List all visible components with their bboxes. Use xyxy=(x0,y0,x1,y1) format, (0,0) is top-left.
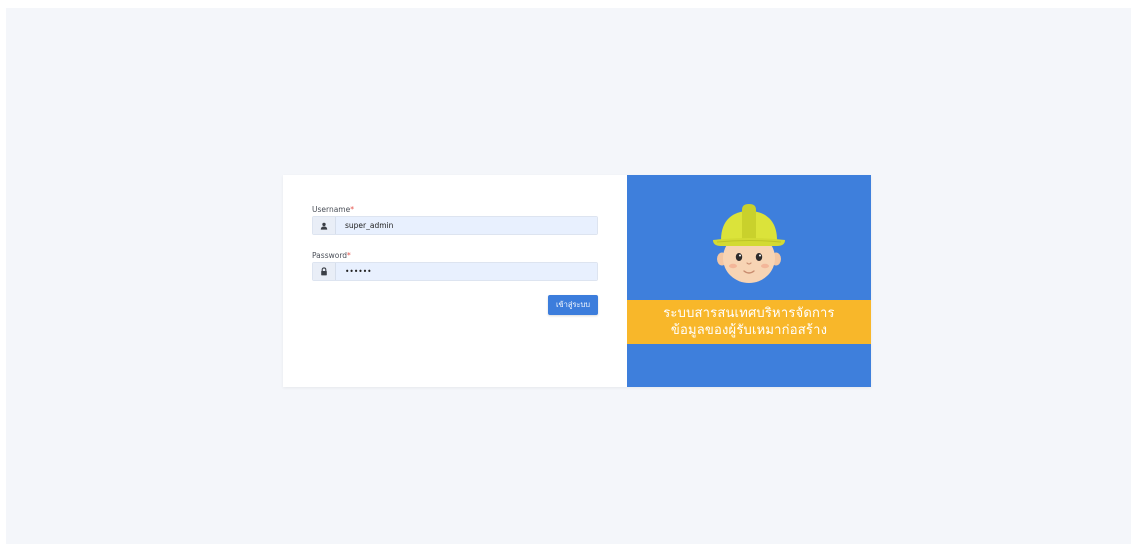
login-form: Username* Password* xyxy=(283,175,627,387)
username-input-group xyxy=(312,216,598,235)
login-card: Username* Password* xyxy=(283,175,871,387)
login-button[interactable]: เข้าสู่ระบบ xyxy=(548,295,598,315)
password-input[interactable] xyxy=(336,263,597,280)
brand-title-line2: ข้อมูลของผู้รับเหมาก่อสร้าง xyxy=(670,323,828,338)
password-label: Password* xyxy=(312,251,351,260)
construction-worker-icon xyxy=(713,204,785,283)
username-input[interactable] xyxy=(336,217,597,234)
brand-panel: ระบบสารสนเทศบริหารจัดการ ข้อมูลของผู้รับ… xyxy=(627,175,871,387)
brand-banner: ระบบสารสนเทศบริหารจัดการ ข้อมูลของผู้รับ… xyxy=(627,300,871,344)
required-mark: * xyxy=(347,251,351,260)
brand-title-line1: ระบบสารสนเทศบริหารจัดการ xyxy=(663,306,835,321)
page-background: Username* Password* xyxy=(6,8,1131,544)
username-label: Username* xyxy=(312,205,354,214)
user-icon xyxy=(313,217,336,234)
required-mark: * xyxy=(350,205,354,214)
lock-icon xyxy=(313,263,336,280)
password-input-group xyxy=(312,262,598,281)
